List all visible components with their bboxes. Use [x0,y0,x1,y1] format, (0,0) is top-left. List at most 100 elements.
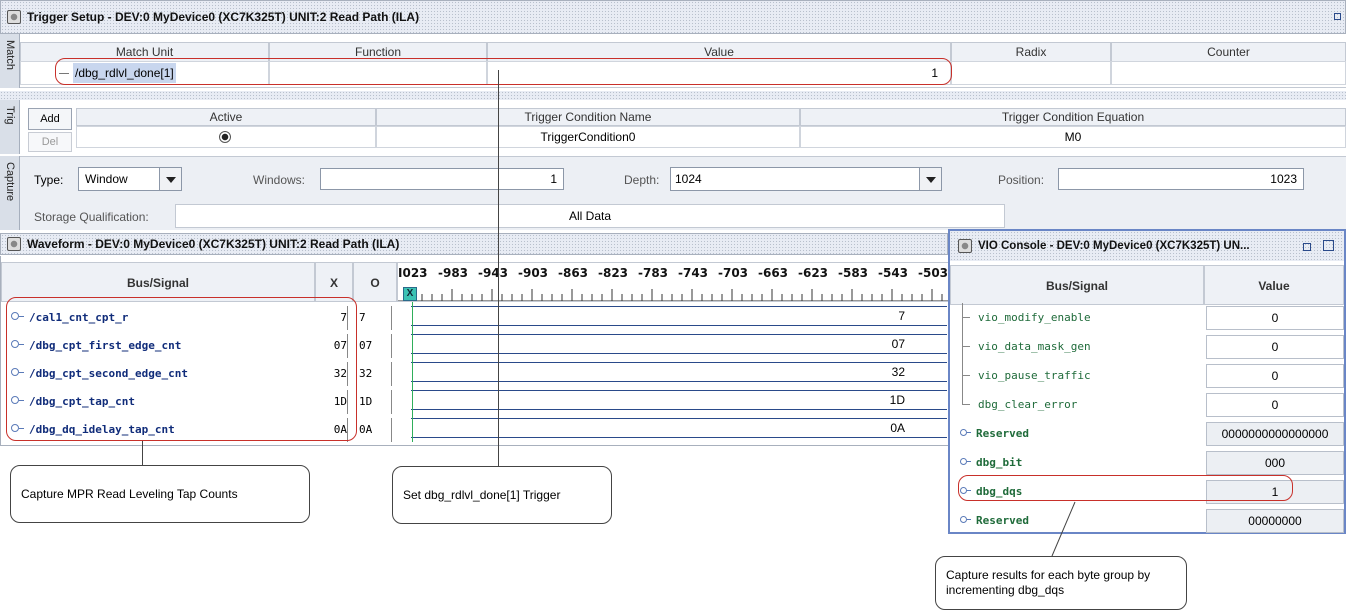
vio-value-field[interactable]: 00000000 [1206,509,1344,533]
callout-leader-byte-group [1051,501,1076,557]
wave-value: 0A [890,421,905,435]
col-counter[interactable]: Counter [1111,42,1346,62]
o-value: 32 [359,367,373,380]
vio-row[interactable]: Reserved 00000000 [950,506,1344,535]
vio-signal-name: vio_modify_enable [978,311,1091,324]
tab-trig[interactable]: Trig [0,100,20,154]
type-select[interactable]: Window [78,167,182,191]
vio-row[interactable]: dbg_clear_error 0 [950,390,1344,419]
trigger-name-cell[interactable]: TriggerCondition0 [376,126,800,148]
vio-signal-name: dbg_bit [976,456,1023,469]
ruler-tick-label: -703 [718,266,748,280]
vio-title: VIO Console - DEV:0 MyDevice0 (XC7K325T)… [978,240,1250,252]
vio-value-field[interactable]: 000 [1206,451,1344,475]
vio-value-field[interactable]: 0 [1206,364,1344,388]
vio-row[interactable]: vio_data_mask_gen 0 [950,332,1344,361]
panel-icon [7,10,21,24]
trigger-equation-cell[interactable]: M0 [800,126,1346,148]
tab-capture[interactable]: Capture [0,156,20,230]
vio-row[interactable]: Reserved 0000000000000000 [950,419,1344,448]
vio-value-field[interactable]: 0 [1206,393,1344,417]
trigger-name-value: TriggerCondition0 [540,130,636,144]
cursor-x-marker[interactable]: X [403,287,417,301]
trig-table: Add Del Active Trigger Condition Name Tr… [20,100,1346,154]
counter-cell[interactable] [1111,61,1346,85]
type-label: Type: [34,173,64,187]
vio-signal-name: Reserved [976,514,1029,527]
col-x[interactable]: X [315,262,353,302]
time-ruler[interactable]: I023 -983 -943 -903 -863 -823 -783 -743 -703 -663… [397,262,949,302]
col-trigger-equation[interactable]: Trigger Condition Equation [800,108,1346,126]
expand-bus-icon[interactable] [960,458,967,465]
ruler-ticks: I023 -983 -943 -903 -863 -823 -783 -743 -703 -663… [398,266,948,301]
storage-field[interactable]: All Data [175,204,1005,228]
callout-set-trigger: Set dbg_rdlvl_done[1] Trigger [392,466,612,524]
signals-highlight [6,297,357,441]
wave-value: 1D [889,393,905,407]
vio-row[interactable]: vio_modify_enable 0 [950,303,1344,332]
callout-capture-tap: Capture MPR Read Leveling Tap Counts [10,465,310,523]
match-highlight [55,58,952,85]
vio-row[interactable]: vio_pause_traffic 0 [950,361,1344,390]
vio-value-field[interactable]: 0 [1206,335,1344,359]
waveform-title: Waveform - DEV:0 MyDevice0 (XC7K325T) UN… [27,237,400,251]
windows-label: Windows: [253,173,306,187]
wave-value: 32 [891,365,905,379]
splitter[interactable] [0,91,1346,100]
chevron-down-icon [159,168,181,190]
ruler-tick-label: -983 [438,266,468,280]
dbg-dqs-highlight [958,475,1293,501]
cursor-line [412,302,413,442]
restore-icon[interactable] [1334,13,1341,20]
active-cell[interactable] [76,126,376,148]
windows-input[interactable]: 1 [320,168,564,190]
ruler-tick-label: -503 [918,266,948,280]
ruler-tick-label: -863 [558,266,588,280]
wave-value: 07 [891,337,905,351]
expand-bus-icon[interactable] [960,516,967,523]
depth-select[interactable]: 1024 [670,167,942,191]
vio-row[interactable]: dbg_bit 000 [950,448,1344,477]
col-radix[interactable]: Radix [951,42,1111,62]
trigger-setup-title: Trigger Setup - DEV:0 MyDevice0 (XC7K325… [27,10,420,24]
tab-match[interactable]: Match [0,34,20,88]
callout-leader-tap [142,441,143,465]
restore-icon[interactable] [1303,243,1311,251]
ruler-tick-label: -663 [758,266,788,280]
o-value: 0A [359,423,373,436]
o-value: 1D [359,395,373,408]
callout-byte-group: Capture results for each byte group by i… [935,556,1187,610]
vio-titlebar: VIO Console - DEV:0 MyDevice0 (XC7K325T)… [950,231,1344,261]
ruler-tick-label: -623 [798,266,828,280]
vio-signal-name: dbg_clear_error [978,398,1078,411]
expand-bus-icon[interactable] [960,429,967,436]
vio-col-value[interactable]: Value [1204,265,1344,305]
ruler-tick-label: -583 [838,266,868,280]
vio-value-field[interactable]: 0000000000000000 [1206,422,1344,446]
position-label: Position: [998,173,1045,187]
ruler-tick-label: -943 [478,266,508,280]
radix-cell[interactable] [951,61,1111,85]
position-input[interactable]: 1023 [1058,168,1304,190]
col-o[interactable]: O [353,262,397,302]
maximize-icon[interactable] [1323,240,1334,251]
col-trigger-name[interactable]: Trigger Condition Name [376,108,800,126]
callout-leader-trigger [498,70,499,466]
waveform-titlebar: Waveform - DEV:0 MyDevice0 (XC7K325T) UN… [0,233,948,255]
vio-signal-name: vio_data_mask_gen [978,340,1091,353]
chevron-down-icon [919,168,941,190]
ruler-tick-label: -903 [518,266,548,280]
ruler-tick-label: -783 [638,266,668,280]
col-active[interactable]: Active [76,108,376,126]
o-value: 07 [359,339,373,352]
panel-icon [958,239,972,253]
storage-label: Storage Qualification: [34,210,149,224]
active-radio[interactable] [219,131,231,143]
vio-col-bus-signal[interactable]: Bus/Signal [950,265,1204,305]
trigger-equation-value: M0 [1064,130,1082,144]
del-button[interactable]: Del [28,132,72,152]
add-button[interactable]: Add [28,108,72,130]
col-bus-signal[interactable]: Bus/Signal [1,262,315,302]
vio-signal-name: Reserved [976,427,1029,440]
vio-value-field[interactable]: 0 [1206,306,1344,330]
